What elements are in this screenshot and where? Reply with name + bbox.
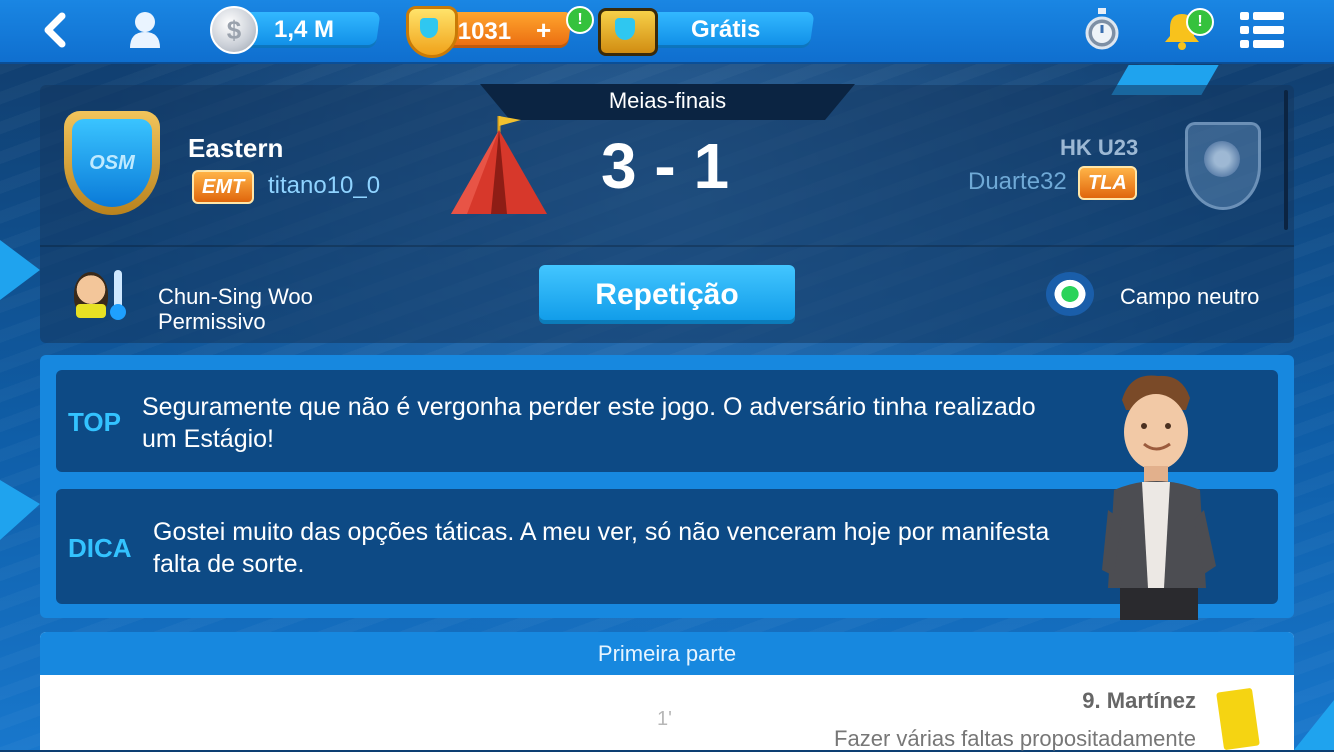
credits-amount: 1031 — [457, 18, 512, 45]
match-score: 3 - 1 — [600, 130, 730, 202]
tv-icon — [598, 8, 658, 56]
round-label: Meias-finais — [608, 88, 727, 113]
coins-display[interactable]: 1,4 M — [237, 12, 381, 48]
stopwatch-icon[interactable] — [1084, 8, 1120, 52]
comment-tag: TOP — [68, 407, 121, 437]
home-manager-tag: EMT — [192, 170, 255, 204]
thermometer-icon — [110, 270, 126, 320]
comment-tag: DICA — [68, 533, 132, 563]
event-description: Fazer várias faltas propositadamente — [834, 726, 1196, 751]
home-club-badge[interactable]: OSM — [64, 111, 160, 215]
assistant-character — [1100, 370, 1220, 620]
panel-divider — [40, 245, 1294, 247]
venue-label: Campo neutro — [1120, 284, 1260, 309]
coin-icon: $ — [210, 6, 258, 54]
home-team-name[interactable]: Eastern — [188, 133, 283, 164]
notifications-alert-badge: ! — [1186, 8, 1214, 36]
scrollbar[interactable] — [1284, 90, 1288, 230]
profile-icon[interactable] — [128, 10, 162, 50]
alert-mark: ! — [1197, 13, 1203, 30]
replay-button[interactable]: Repetição — [539, 265, 795, 324]
away-manager-name[interactable]: Duarte32 — [968, 168, 1067, 196]
home-manager-name[interactable]: titano10_0 — [268, 172, 380, 200]
free-label: Grátis — [691, 16, 761, 43]
add-credits-button[interactable]: + — [536, 12, 551, 48]
coach-style: Permissivo — [158, 309, 266, 334]
coins-amount: 1,4 M — [274, 16, 335, 43]
top-bar: 1,4 M $ 1031 + ! Grátis ! — [0, 0, 1334, 64]
event-minute: 1' — [657, 708, 672, 730]
menu-icon[interactable] — [1240, 12, 1284, 48]
home-badge-text: OSM — [72, 119, 152, 207]
comment-text: Gostei muito das opções táticas. A meu v… — [153, 518, 1050, 578]
event-player[interactable]: 9. Martínez — [1082, 688, 1196, 714]
coach-avatar — [74, 272, 108, 318]
away-team-name[interactable]: HK U23 — [1060, 135, 1138, 161]
stadium-icon — [1046, 272, 1094, 316]
back-arrow-icon[interactable] — [40, 12, 70, 48]
coach-name: Chun-Sing Woo — [158, 284, 313, 309]
away-manager-tag: TLA — [1078, 166, 1137, 200]
credits-shield-icon — [406, 6, 458, 58]
away-club-badge[interactable] — [1185, 122, 1261, 210]
credits-alert-badge: ! — [566, 6, 594, 34]
coin-symbol: $ — [226, 15, 242, 45]
alert-mark: ! — [577, 11, 583, 28]
tent-icon — [447, 112, 551, 218]
free-credits-button[interactable]: Grátis — [637, 12, 815, 48]
comment-text: Seguramente que não é vergonha perder es… — [142, 393, 1036, 453]
events-section-title: Primeira parte — [40, 632, 1294, 675]
